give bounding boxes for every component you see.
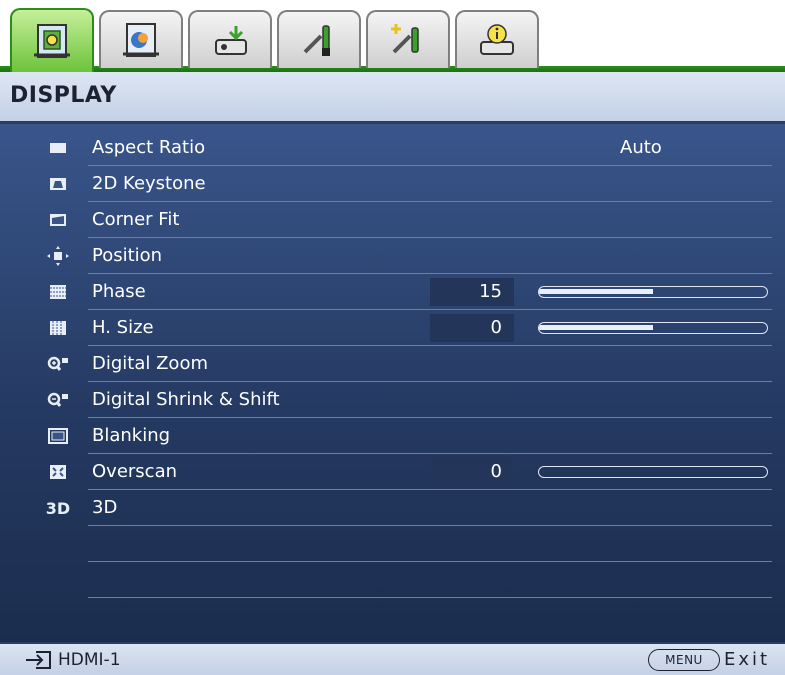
tab-display[interactable] <box>10 8 94 72</box>
information-tab-icon <box>480 24 514 55</box>
menu-item-aspect-ratio[interactable]: Aspect Ratio Auto <box>0 130 785 166</box>
menu-item-label: 2D Keystone <box>92 173 206 194</box>
menu-item-digital-shrink-shift[interactable]: Digital Shrink & Shift <box>0 382 785 418</box>
phase-value: 15 <box>430 278 514 306</box>
menu-item-label: Position <box>92 245 163 266</box>
digital-shrink-icon <box>44 388 72 412</box>
source-tab-icon <box>215 26 247 55</box>
blanking-icon <box>44 424 72 448</box>
corner-fit-icon <box>44 208 72 232</box>
row-divider <box>88 597 772 598</box>
menu-item-h-size[interactable]: H. Size 0 <box>0 310 785 346</box>
menu-item-label: Digital Shrink & Shift <box>92 389 280 410</box>
system-setup-advanced-tab-icon <box>391 24 419 54</box>
menu-item-digital-zoom[interactable]: Digital Zoom <box>0 346 785 382</box>
h-size-value: 0 <box>430 314 514 342</box>
digital-zoom-icon <box>44 352 72 376</box>
menu-item-2d-keystone[interactable]: 2D Keystone <box>0 166 785 202</box>
picture-tab-icon <box>123 23 159 57</box>
menu-item-label: 3D <box>92 497 118 518</box>
menu-item-label: Digital Zoom <box>92 353 208 374</box>
menu-item-label: Corner Fit <box>92 209 180 230</box>
menu-item-phase[interactable]: Phase 15 <box>0 274 785 310</box>
phase-slider-fill <box>539 289 653 294</box>
menu-item-position[interactable]: Position <box>0 238 785 274</box>
menu-item-corner-fit[interactable]: Corner Fit <box>0 202 785 238</box>
aspect-ratio-value: Auto <box>620 137 662 158</box>
phase-slider[interactable] <box>538 286 768 298</box>
menu-empty-row <box>0 526 785 562</box>
menu-item-blanking[interactable]: Blanking <box>0 418 785 454</box>
overscan-icon <box>44 460 72 484</box>
overscan-slider[interactable] <box>538 466 768 478</box>
tab-picture[interactable] <box>99 10 183 68</box>
menu-key-icon[interactable]: MENU <box>648 649 720 671</box>
position-icon <box>44 244 72 268</box>
menu-item-3d[interactable]: 3D 3D <box>0 490 785 526</box>
menu-item-label: Blanking <box>92 425 171 446</box>
h-size-slider-fill <box>539 325 653 330</box>
page-title: DISPLAY <box>10 83 117 108</box>
keystone-icon <box>44 172 72 196</box>
exit-hint[interactable]: Exit <box>724 649 770 670</box>
menu-item-label: Overscan <box>92 461 178 482</box>
tab-bar <box>0 0 785 72</box>
display-tab-icon <box>34 24 70 58</box>
h-size-slider[interactable] <box>538 322 768 334</box>
tab-information[interactable] <box>455 10 539 68</box>
menu-header: DISPLAY <box>0 72 785 124</box>
status-footer: HDMI-1 MENU Exit <box>0 642 785 675</box>
input-source-icon <box>26 651 51 669</box>
system-setup-basic-tab-icon <box>303 25 330 56</box>
3d-icon: 3D <box>45 498 71 518</box>
overscan-value: 0 <box>430 458 514 486</box>
menu-item-label: Phase <box>92 281 146 302</box>
menu-item-label: H. Size <box>92 317 154 338</box>
tab-system-advanced[interactable] <box>366 10 450 68</box>
tab-source[interactable] <box>188 10 272 68</box>
tab-system-basic[interactable] <box>277 10 361 68</box>
phase-icon <box>44 280 72 304</box>
current-source: HDMI-1 <box>58 650 121 670</box>
h-size-icon <box>44 316 72 340</box>
aspect-ratio-icon <box>44 136 72 160</box>
menu-item-overscan[interactable]: Overscan 0 <box>0 454 785 490</box>
menu-empty-row <box>0 562 785 598</box>
menu-item-label: Aspect Ratio <box>92 137 206 158</box>
menu-panel: Aspect Ratio Auto 2D Keystone Corner Fit… <box>0 124 785 642</box>
